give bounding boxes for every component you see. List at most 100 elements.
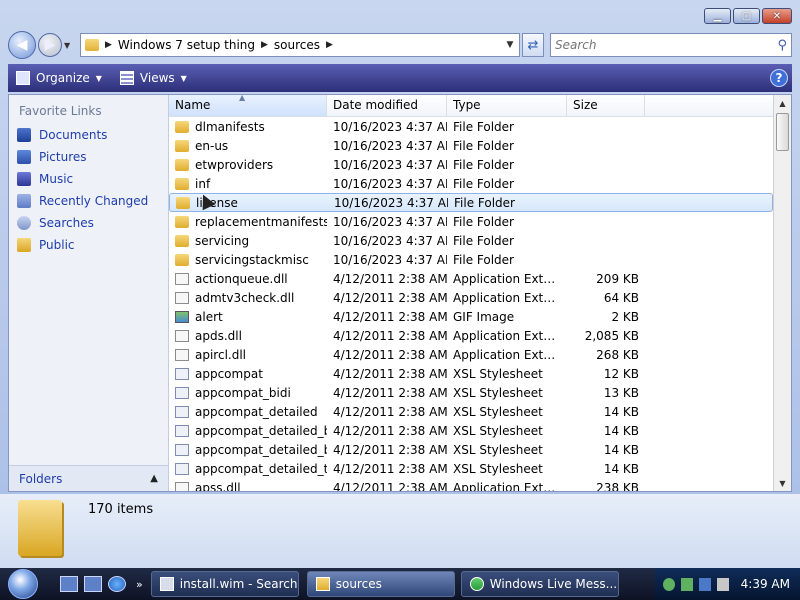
file-row[interactable]: appcompat_detailed_b... 4/12/2011 2:38 AM… bbox=[169, 440, 773, 459]
file-name-cell: admtv3check.dll bbox=[169, 291, 327, 305]
breadcrumb-separator-icon[interactable]: ▶ bbox=[326, 40, 333, 50]
refresh-button[interactable]: ⇄ bbox=[522, 33, 544, 57]
favorite-searches[interactable]: Searches bbox=[9, 212, 168, 234]
column-header-date[interactable]: Date modified bbox=[327, 95, 447, 116]
search-icon[interactable]: ⚲ bbox=[777, 38, 787, 53]
network-icon[interactable] bbox=[698, 577, 711, 591]
scroll-thumb[interactable] bbox=[776, 113, 789, 151]
favorite-public[interactable]: Public bbox=[9, 234, 168, 256]
help-icon: ? bbox=[775, 71, 783, 85]
search-box[interactable]: ⚲ bbox=[550, 33, 792, 57]
file-name-cell: alert bbox=[169, 310, 327, 324]
file-row[interactable]: servicingstackmisc 10/16/2023 4:37 AM File… bbox=[169, 250, 773, 269]
favorite-documents[interactable]: Documents bbox=[9, 124, 168, 146]
close-button[interactable]: ✕ bbox=[762, 8, 792, 24]
breadcrumb-item[interactable]: sources bbox=[274, 38, 320, 52]
scroll-up-icon[interactable]: ▲ bbox=[774, 95, 791, 111]
file-name: apircl.dll bbox=[195, 347, 247, 362]
organize-button[interactable]: Organize ▼ bbox=[16, 71, 102, 85]
address-dropdown-icon[interactable]: ▼ bbox=[501, 40, 519, 50]
favorite-recently-changed[interactable]: Recently Changed bbox=[9, 190, 168, 212]
volume-icon[interactable] bbox=[716, 577, 729, 591]
dll-file-icon bbox=[175, 329, 189, 342]
switch-windows-icon[interactable] bbox=[84, 576, 102, 592]
file-name-cell: appcompat_bidi bbox=[169, 386, 327, 400]
minimize-icon: ▁ bbox=[713, 10, 722, 22]
column-header-size[interactable]: Size bbox=[567, 95, 645, 116]
file-row[interactable]: appcompat_detailed_txt 4/12/2011 2:38 AM X… bbox=[169, 459, 773, 478]
file-name-cell: license bbox=[170, 196, 328, 210]
column-header-name[interactable]: ▲ Name bbox=[169, 95, 327, 116]
file-row[interactable]: actionqueue.dll 4/12/2011 2:38 AM Applicat… bbox=[169, 269, 773, 288]
taskbar-button-messenger[interactable]: Windows Live Mess... bbox=[460, 571, 619, 597]
sidebar-icon[interactable] bbox=[680, 577, 693, 591]
favorite-music[interactable]: Music bbox=[9, 168, 168, 190]
maximize-button[interactable]: ▢ bbox=[733, 8, 760, 24]
file-size: 2 KB bbox=[611, 309, 639, 324]
searches-icon bbox=[17, 216, 31, 230]
file-row[interactable]: appcompat_detailed_b... 4/12/2011 2:38 AM… bbox=[169, 421, 773, 440]
file-row[interactable]: license 10/16/2023 4:37 AM File Folder bbox=[169, 193, 773, 212]
file-row[interactable]: replacementmanifests 10/16/2023 4:37 AM Fi… bbox=[169, 212, 773, 231]
file-date: 10/16/2023 4:37 AM bbox=[333, 157, 447, 172]
vertical-scrollbar[interactable]: ▲ ▼ bbox=[773, 95, 791, 491]
file-row[interactable]: appcompat_detailed 4/12/2011 2:38 AM XSL S… bbox=[169, 402, 773, 421]
minimize-button[interactable]: ▁ bbox=[704, 8, 731, 24]
file-date: 4/12/2011 2:38 AM bbox=[333, 404, 447, 419]
favorite-pictures[interactable]: Pictures bbox=[9, 146, 168, 168]
address-bar[interactable]: ▶ Windows 7 setup thing ▶ sources ▶ ▼ bbox=[80, 33, 520, 57]
internet-explorer-icon[interactable] bbox=[108, 576, 126, 592]
breadcrumb-item[interactable]: Windows 7 setup thing bbox=[118, 38, 255, 52]
file-row[interactable]: etwproviders 10/16/2023 4:37 AM File Folde… bbox=[169, 155, 773, 174]
file-row[interactable]: appcompat 4/12/2011 2:38 AM XSL Stylesheet… bbox=[169, 364, 773, 383]
start-button[interactable] bbox=[0, 568, 46, 600]
file-row[interactable]: alert 4/12/2011 2:38 AM GIF Image 2 KB bbox=[169, 307, 773, 326]
forward-arrow-icon: ▶ bbox=[44, 37, 56, 53]
recent-pages-dropdown[interactable]: ▼ bbox=[64, 41, 74, 50]
dll-file-icon bbox=[175, 291, 189, 304]
column-header-type[interactable]: Type bbox=[447, 95, 567, 116]
breadcrumb-separator-icon[interactable]: ▶ bbox=[261, 40, 268, 50]
help-button[interactable]: ? bbox=[770, 69, 788, 87]
forward-button[interactable]: ▶ bbox=[38, 33, 62, 57]
file-row[interactable]: apss.dll 4/12/2011 2:38 AM Application Ext… bbox=[169, 478, 773, 491]
file-type: XSL Stylesheet bbox=[453, 461, 543, 476]
file-row[interactable]: appcompat_bidi 4/12/2011 2:38 AM XSL Style… bbox=[169, 383, 773, 402]
file-row[interactable]: dlmanifests 10/16/2023 4:37 AM File Folder bbox=[169, 117, 773, 136]
views-button[interactable]: Views ▼ bbox=[119, 71, 187, 85]
file-type: XSL Stylesheet bbox=[453, 366, 543, 381]
file-row[interactable]: inf 10/16/2023 4:37 AM File Folder bbox=[169, 174, 773, 193]
column-label: Name bbox=[175, 98, 211, 112]
file-date: 4/12/2011 2:38 AM bbox=[333, 423, 447, 438]
file-date: 4/12/2011 2:38 AM bbox=[333, 480, 447, 492]
quick-launch bbox=[60, 576, 126, 592]
breadcrumb-separator-icon[interactable]: ▶ bbox=[105, 40, 112, 50]
file-name: apds.dll bbox=[195, 328, 242, 343]
folders-toggle[interactable]: Folders ▲ bbox=[9, 465, 168, 491]
file-row[interactable]: apds.dll 4/12/2011 2:38 AM Application Ext… bbox=[169, 326, 773, 345]
file-name: inf bbox=[195, 176, 211, 191]
file-name: actionqueue.dll bbox=[195, 271, 288, 286]
taskbar-button-search[interactable]: install.wim - Search... bbox=[150, 571, 299, 597]
folder-icon bbox=[85, 39, 99, 51]
file-row[interactable]: servicing 10/16/2023 4:37 AM File Folder bbox=[169, 231, 773, 250]
file-date: 4/12/2011 2:38 AM bbox=[333, 309, 447, 324]
taskbar-button-sources[interactable]: sources bbox=[306, 571, 455, 597]
search-input[interactable] bbox=[555, 38, 778, 52]
file-row[interactable]: admtv3check.dll 4/12/2011 2:38 AM Applicat… bbox=[169, 288, 773, 307]
gif-image-icon bbox=[175, 310, 189, 323]
file-name-cell: servicingstackmisc bbox=[169, 253, 327, 267]
show-desktop-icon[interactable] bbox=[60, 576, 78, 592]
favorite-links-title: Favorite Links bbox=[19, 104, 102, 118]
file-row[interactable]: en-us 10/16/2023 4:37 AM File Folder bbox=[169, 136, 773, 155]
favorite-label: Recently Changed bbox=[39, 194, 149, 208]
scroll-down-icon[interactable]: ▼ bbox=[774, 475, 791, 491]
messenger-status-icon[interactable] bbox=[662, 577, 675, 591]
file-date: 4/12/2011 2:38 AM bbox=[333, 461, 447, 476]
back-button[interactable]: ◀ bbox=[8, 31, 36, 59]
file-type: File Folder bbox=[453, 233, 514, 248]
clock[interactable]: 4:39 AM bbox=[741, 577, 790, 591]
file-row[interactable]: apircl.dll 4/12/2011 2:38 AM Application E… bbox=[169, 345, 773, 364]
quick-launch-more[interactable]: » bbox=[136, 578, 143, 591]
file-size: 209 KB bbox=[596, 271, 639, 286]
